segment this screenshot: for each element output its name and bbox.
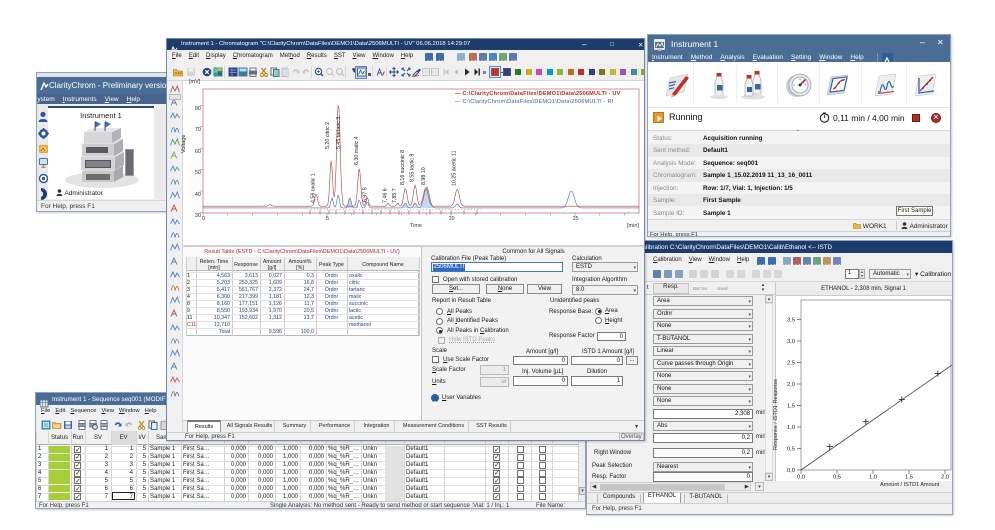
svg-text:5,20 citric 2: 5,20 citric 2: [325, 122, 331, 149]
svg-text:10,25 acetic 11: 10,25 acetic 11: [452, 150, 458, 186]
svg-text:7,85 7: 7,85 7: [392, 188, 398, 203]
svg-text:8,55 lactic 9: 8,55 lactic 9: [410, 154, 416, 182]
svg-text:1,5: 1,5: [787, 404, 795, 410]
svg-text:0,0: 0,0: [787, 468, 795, 474]
svg-text:0,0: 0,0: [797, 475, 805, 481]
svg-text:1,5: 1,5: [905, 475, 913, 481]
svg-text:8,16 succinic 8: 8,16 succinic 8: [400, 150, 406, 185]
svg-text:4,56 oxalic 1: 4,56 oxalic 1: [311, 173, 317, 203]
svg-text:6,97 5: 6,97 5: [363, 187, 369, 202]
svg-text:1,0: 1,0: [869, 475, 877, 481]
svg-text:5,45 tartaric 3: 5,45 tartaric 3: [336, 117, 342, 149]
svg-text:0,5: 0,5: [833, 475, 841, 481]
svg-text:0,5: 0,5: [787, 447, 795, 453]
svg-text:2,0: 2,0: [787, 382, 795, 388]
svg-text:8,98 10: 8,98 10: [421, 167, 427, 185]
svg-text:7,46 6: 7,46 6: [383, 188, 389, 203]
svg-text:3,5: 3,5: [787, 318, 795, 324]
svg-text:1,0: 1,0: [787, 425, 795, 431]
svg-text:6,30 malic 4: 6,30 malic 4: [354, 136, 360, 165]
svg-text:2,0: 2,0: [941, 475, 949, 481]
svg-text:2,5: 2,5: [787, 361, 795, 367]
svg-text:3,0: 3,0: [787, 339, 795, 345]
